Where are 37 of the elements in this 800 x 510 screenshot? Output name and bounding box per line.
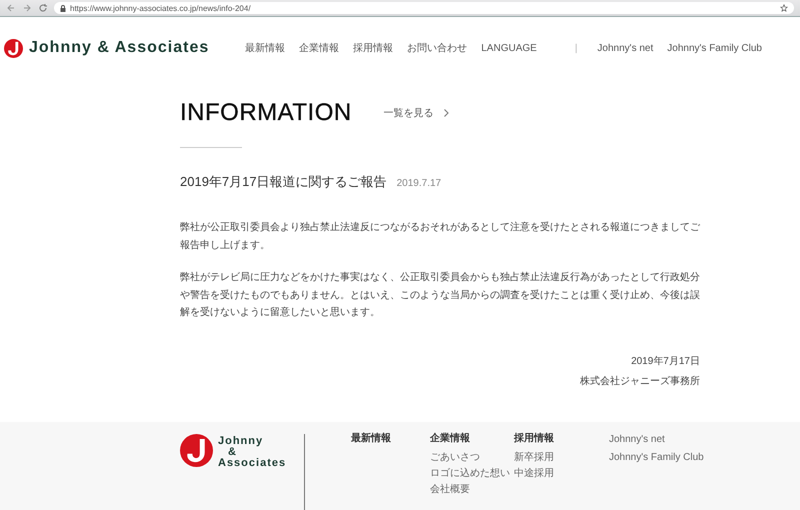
nav-separator: | [574,42,578,54]
chevron-right-icon [444,109,449,117]
article-paragraph: 弊社がテレビ局に圧力などをかけた事実はなく、公正取引委員会からも独占禁止法違反行為があったとして行政処分や警告を受けたものでもありません。とはいえ、このような当局からの調査を受けたことは重く受け止め、今後は誤解を受けないように留意したいと思います。 [180,270,700,320]
address-bar[interactable]: https://www.johnny-associates.co.jp/news/info-204/ [54,2,794,14]
reload-icon[interactable] [38,3,48,13]
article-title: 2019年7月17日報道に関するご報告 [180,173,387,191]
footer-link[interactable]: 会社概要 [430,484,510,494]
star-icon[interactable] [780,4,788,12]
footer-link[interactable]: ごあいさつ [430,452,510,462]
footer-link[interactable]: 中途採用 [514,468,589,478]
page-title: INFORMATION [180,99,352,127]
footer-external-link[interactable]: Johnny's net [609,434,704,444]
nav-link[interactable]: 企業情報 [299,41,340,55]
nav-link[interactable]: お問い合わせ [407,41,468,55]
forward-icon[interactable] [22,3,32,13]
article-date: 2019.7.17 [396,178,442,189]
logo-mark-icon [4,38,23,58]
back-icon[interactable] [6,3,16,13]
footer-link[interactable]: ロゴに込めた想い [430,468,510,478]
footer-logo-text[interactable]: Johnny & Associates [218,434,286,468]
external-link[interactable]: Johnny's net [597,42,654,54]
footer-link[interactable]: 新卒採用 [514,452,589,462]
logo-text[interactable]: Johnny & Associates [29,39,210,57]
article-paragraph: 弊社が公正取引委員会より独占禁止法違反につながるおそれがあるとして注意を受けたとされる報道につきましてご報告申し上げます。 [180,220,700,252]
signature-date: 2019年7月17日 [631,354,700,368]
nav-link[interactable]: 採用情報 [353,41,394,55]
view-list-link[interactable]: 一覧を見る [384,106,449,120]
nav-link[interactable]: LANGUAGE [481,42,537,54]
footer-external-link[interactable]: Johnny's Family Club [609,452,704,462]
signature-company: 株式会社ジャニーズ事務所 [580,374,700,388]
nav-link[interactable]: 最新情報 [245,41,286,55]
footer-heading[interactable]: 企業情報 [430,434,510,444]
footer-heading[interactable]: 最新情報 [351,434,426,444]
logo-mark-icon [180,434,213,466]
external-link[interactable]: Johnny's Family Club [667,42,762,54]
footer-heading[interactable]: 採用情報 [514,434,589,444]
lock-icon [60,4,66,12]
